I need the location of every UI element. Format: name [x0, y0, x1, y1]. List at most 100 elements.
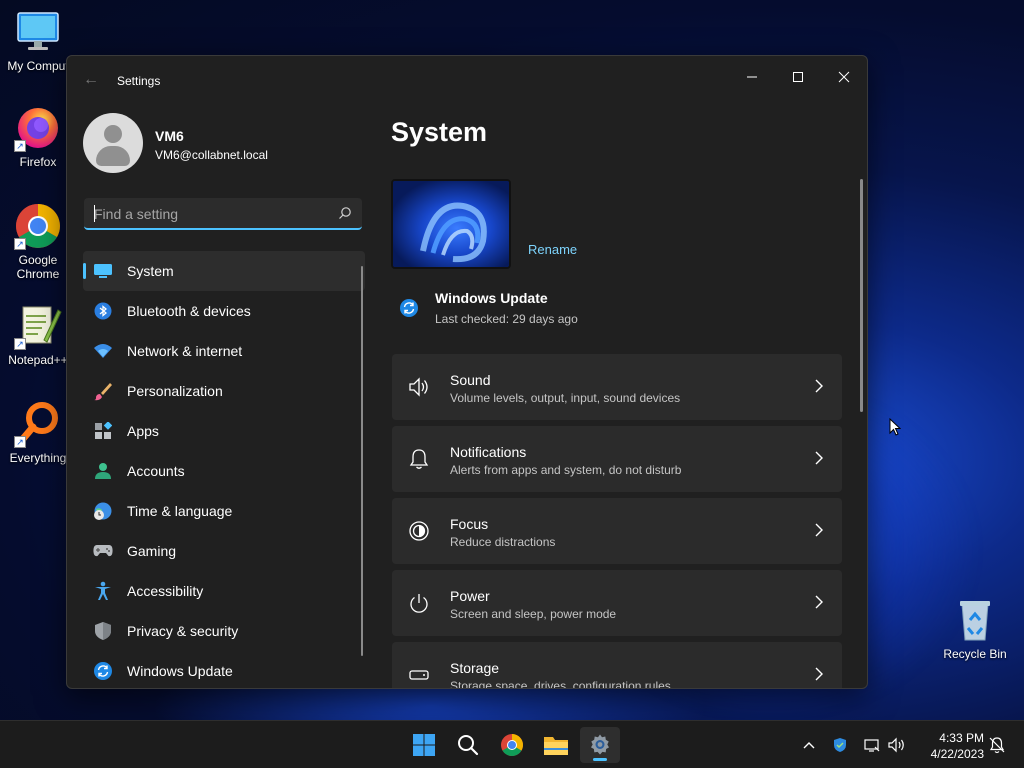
network-icon	[864, 739, 880, 752]
clock-time: 4:33 PM	[939, 731, 984, 745]
sidebar-item-apps[interactable]: Apps	[83, 411, 365, 451]
settings-card-focus[interactable]: Focus Reduce distractions	[392, 498, 842, 564]
sidebar-item-label: Accessibility	[127, 583, 204, 599]
chrome-icon	[501, 734, 523, 756]
sidebar-scrollbar[interactable]	[361, 266, 363, 656]
sidebar-item-gaming[interactable]: Gaming	[83, 531, 365, 571]
taskbar: 4:33 PM 4/22/2023	[0, 720, 1024, 768]
settings-button[interactable]	[580, 727, 620, 763]
search-icon[interactable]	[338, 206, 352, 220]
monitor-icon	[14, 8, 62, 56]
search-box[interactable]	[84, 198, 362, 230]
defender-tray-icon	[834, 738, 846, 752]
desktop-icon-label: Recycle Bin	[943, 647, 1007, 661]
sidebar-item-windows-update[interactable]: Windows Update	[83, 651, 365, 688]
content-scrollbar[interactable]	[860, 179, 863, 412]
gear-icon	[591, 734, 609, 755]
folder-icon	[544, 737, 568, 755]
file-explorer-button[interactable]	[536, 727, 576, 763]
settings-card-notifications[interactable]: Notifications Alerts from apps and syste…	[392, 426, 842, 492]
volume-tray-button[interactable]	[887, 721, 907, 768]
back-arrow-icon[interactable]: ←	[81, 70, 101, 90]
desktop-icon-my-computer[interactable]: My Comput	[0, 8, 76, 73]
settings-card-storage[interactable]: Storage Storage space, drives, configura…	[392, 642, 842, 689]
mouse-cursor-icon	[889, 418, 901, 436]
chevron-right-icon	[815, 523, 823, 537]
desktop-icon-everything[interactable]: ↗ Everything	[0, 400, 76, 465]
sidebar-item-privacy[interactable]: Privacy & security	[83, 611, 365, 651]
show-hidden-icons-button[interactable]	[799, 721, 819, 768]
search-button[interactable]	[448, 727, 488, 763]
page-title: System	[391, 117, 488, 147]
maximize-button[interactable]	[775, 62, 821, 94]
desktop-icon-chrome[interactable]: ↗ Google Chrome	[0, 202, 76, 281]
settings-window: ← Settings VM6 VM6@collabnet.local Sys	[66, 55, 868, 689]
desktop-icon-notepadpp[interactable]: ↗ Notepad++	[0, 302, 76, 367]
network-tray-button[interactable]	[862, 721, 882, 768]
chrome-button[interactable]	[492, 727, 532, 763]
sidebar-item-label: Accounts	[127, 463, 185, 479]
minimize-icon	[747, 76, 757, 78]
windows-update-title[interactable]: Windows Update	[435, 290, 548, 306]
minimize-button[interactable]	[729, 62, 775, 94]
sidebar-item-label: Time & language	[127, 503, 233, 519]
start-button[interactable]	[404, 727, 444, 763]
monitor-icon	[93, 261, 113, 281]
shortcut-arrow-icon: ↗	[14, 140, 26, 152]
speaker-icon	[409, 377, 428, 397]
chevron-right-icon	[815, 667, 823, 681]
card-subtitle: Alerts from apps and system, do not dist…	[450, 463, 682, 477]
person-icon	[93, 461, 113, 481]
desktop-icon-label: Everything	[9, 451, 67, 465]
tray-app-icon[interactable]	[830, 721, 850, 768]
title-bar[interactable]: ← Settings	[67, 56, 867, 104]
sidebar-nav: System Bluetooth & devices Network & int…	[83, 251, 365, 688]
notification-bell-icon	[989, 737, 1005, 754]
settings-card-sound[interactable]: Sound Volume levels, output, input, soun…	[392, 354, 842, 420]
sync-icon[interactable]	[399, 298, 419, 318]
close-button[interactable]	[821, 62, 867, 94]
notifications-tray-button[interactable]	[986, 721, 1008, 768]
shortcut-arrow-icon: ↗	[14, 338, 26, 350]
sidebar-item-bluetooth[interactable]: Bluetooth & devices	[83, 291, 365, 331]
everything-search-icon: ↗	[14, 400, 62, 448]
maximize-icon	[793, 72, 803, 82]
search-input[interactable]	[94, 205, 324, 223]
close-icon	[838, 71, 850, 83]
card-title: Sound	[450, 372, 491, 388]
sidebar-item-system[interactable]: System	[83, 251, 365, 291]
chevron-right-icon	[815, 595, 823, 609]
notepadpp-icon: ↗	[14, 302, 62, 350]
sidebar-item-label: Bluetooth & devices	[127, 303, 251, 319]
sidebar-item-accessibility[interactable]: Accessibility	[83, 571, 365, 611]
rename-link[interactable]: Rename	[528, 242, 577, 257]
power-icon	[410, 594, 428, 613]
card-title: Power	[450, 588, 490, 604]
search-icon	[458, 735, 479, 756]
settings-card-power[interactable]: Power Screen and sleep, power mode	[392, 570, 842, 636]
sidebar-item-label: Network & internet	[127, 343, 243, 359]
user-email: VM6@collabnet.local	[155, 148, 268, 162]
sidebar-item-label: Personalization	[127, 383, 223, 399]
taskbar-clock[interactable]: 4:33 PM 4/22/2023	[914, 730, 984, 762]
desktop-icon-firefox[interactable]: ↗ Firefox	[0, 104, 76, 169]
text-caret	[94, 205, 95, 222]
desktop-icon-label: My Comput	[7, 59, 69, 73]
wifi-icon	[93, 341, 113, 361]
avatar[interactable]	[83, 113, 143, 173]
shortcut-arrow-icon: ↗	[14, 436, 26, 448]
device-wallpaper-thumbnail	[391, 179, 511, 269]
clock-date: 4/22/2023	[930, 747, 984, 761]
sidebar-item-time-language[interactable]: Time & language	[83, 491, 365, 531]
sidebar-item-accounts[interactable]: Accounts	[83, 451, 365, 491]
desktop-icon-label: Firefox	[19, 155, 57, 169]
sync-icon	[93, 661, 113, 681]
shield-icon	[93, 621, 113, 641]
sidebar-item-label: Windows Update	[127, 663, 233, 679]
desktop-icon-recycle-bin[interactable]: Recycle Bin	[937, 596, 1013, 661]
sidebar-item-personalization[interactable]: Personalization	[83, 371, 365, 411]
bluetooth-icon	[93, 301, 113, 321]
globe-clock-icon	[93, 501, 113, 521]
sidebar-item-network[interactable]: Network & internet	[83, 331, 365, 371]
card-subtitle: Storage space, drives, configuration rul…	[450, 679, 671, 689]
